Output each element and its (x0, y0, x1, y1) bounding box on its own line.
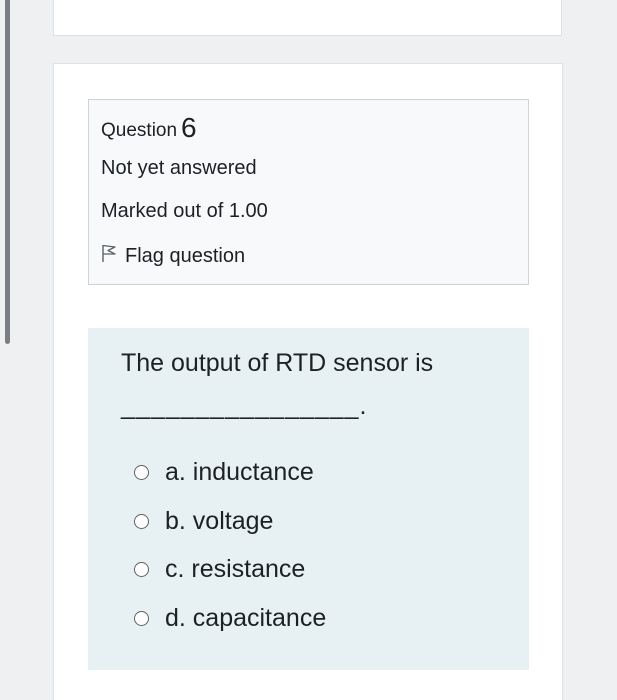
answer-option-a[interactable]: a. inductance (134, 458, 314, 487)
answer-label: a. inductance (165, 458, 314, 486)
flag-question-button[interactable]: Flag question (101, 243, 245, 269)
answer-option-b[interactable]: b. voltage (134, 507, 273, 536)
previous-question-card (53, 0, 562, 36)
question-info: Question 6 Not yet answered Marked out of… (88, 99, 529, 285)
radio-unchecked-icon[interactable] (134, 514, 149, 529)
question-blank: ________________. (121, 392, 368, 420)
question-status: Not yet answered (101, 157, 257, 179)
answer-option-d[interactable]: d. capacitance (134, 604, 326, 633)
question-marks: Marked out of 1.00 (101, 200, 268, 222)
quiz-page: Question 6 Not yet answered Marked out of… (0, 0, 617, 700)
answer-option-c[interactable]: c. resistance (134, 555, 305, 584)
question-card: Question 6 Not yet answered Marked out of… (53, 63, 563, 700)
question-heading: Question 6 (101, 112, 197, 144)
radio-unchecked-icon[interactable] (134, 465, 149, 480)
question-number: 6 (181, 112, 197, 143)
scrollbar[interactable] (5, 0, 10, 344)
answer-label: d. capacitance (165, 604, 327, 632)
radio-unchecked-icon[interactable] (134, 562, 149, 577)
question-content: The output of RTD sensor is ____________… (88, 328, 529, 670)
flag-outline-icon (101, 243, 125, 269)
answer-label: c. resistance (165, 555, 306, 583)
flag-question-label: Flag question (125, 244, 246, 267)
radio-unchecked-icon[interactable] (134, 611, 149, 626)
answer-label: b. voltage (165, 507, 274, 535)
question-text: The output of RTD sensor is (121, 349, 434, 377)
question-label: Question (101, 120, 178, 141)
